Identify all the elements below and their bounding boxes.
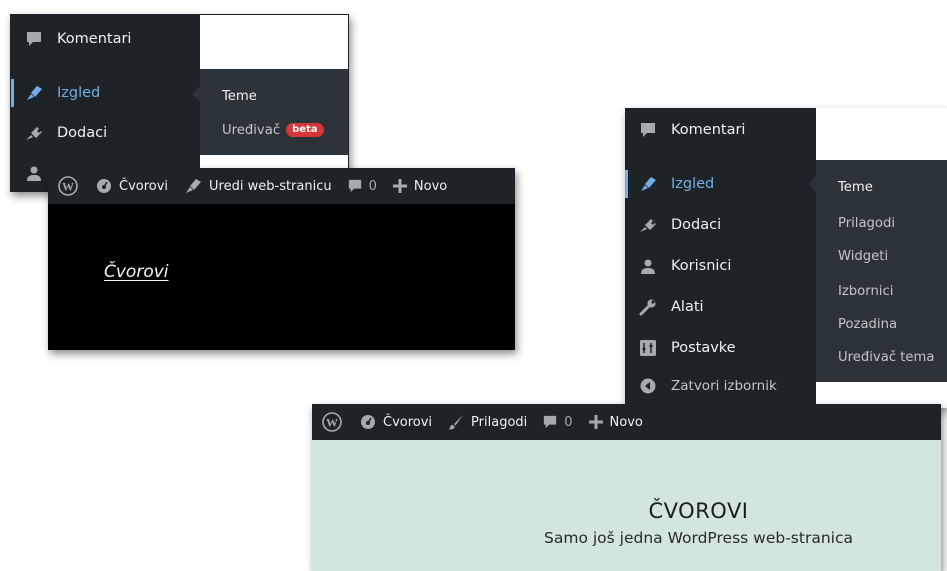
submenu-pointer xyxy=(192,86,200,102)
submenu-item-label: Uređivač tema xyxy=(838,349,935,365)
admin-bar-site-label: Čvorovi xyxy=(383,414,433,430)
menu-item-label: Komentari xyxy=(671,122,746,138)
menu-item-label: Dodaci xyxy=(57,125,108,141)
submenu-item-teme[interactable]: Teme xyxy=(200,81,348,111)
site-title-text: ČVOROVI xyxy=(648,499,749,523)
collapse-icon xyxy=(637,375,659,397)
settings-icon xyxy=(637,337,659,359)
admin-menu: Komentari Izgled Dodaci xyxy=(11,15,200,191)
admin-bar-comments[interactable]: 0 xyxy=(543,414,573,430)
tools-icon xyxy=(637,296,659,318)
plugins-icon xyxy=(637,214,659,236)
svg-text:W: W xyxy=(326,416,338,430)
admin-bar: W Čvorovi Uredi web-stranicu 0 Novo xyxy=(48,168,515,204)
admin-bar: W Čvorovi Prilagodi 0 Novo xyxy=(312,404,941,440)
submenu-item-label: Pozadina xyxy=(838,316,898,332)
submenu-item-pozadina[interactable]: Pozadina xyxy=(816,309,947,339)
admin-bar-new-label: Novo xyxy=(413,178,448,194)
submenu-item-label: Widgeti xyxy=(838,248,889,264)
submenu-item-uredivac-tema[interactable]: Uređivač tema xyxy=(816,342,947,372)
admin-bar-new[interactable]: Novo xyxy=(588,414,643,430)
admin-bar-edit-site-label: Uredi web-stranicu xyxy=(209,178,332,194)
admin-bar-comments[interactable]: 0 xyxy=(348,179,377,194)
admin-bar-site-label: Čvorovi xyxy=(119,178,169,194)
site-title[interactable]: ČVOROVI xyxy=(312,499,941,523)
dashboard-icon xyxy=(96,178,112,194)
menu-item-label: Postavke xyxy=(671,340,736,356)
plus-icon xyxy=(392,179,407,193)
admin-bar-new[interactable]: Novo xyxy=(392,178,448,194)
submenu-item-izbornici[interactable]: Izbornici xyxy=(816,276,947,306)
submenu-item-label: Uređivač xyxy=(222,122,281,138)
site-title-link[interactable]: Čvorovi xyxy=(104,262,169,282)
menu-item-dodaci[interactable]: Dodaci xyxy=(625,205,816,245)
admin-bar-new-label: Novo xyxy=(609,414,643,430)
comment-icon xyxy=(23,28,45,50)
menu-item-komentari[interactable]: Komentari xyxy=(625,110,816,150)
right-site-frontend: W Čvorovi Prilagodi 0 Novo ČVOROVI Samo … xyxy=(312,404,941,571)
submenu-item-teme[interactable]: Teme xyxy=(816,172,947,202)
submenu-item-label: Teme xyxy=(838,179,873,195)
admin-menu: Komentari Izgled Dodaci Korisnici Alati xyxy=(625,108,816,408)
comment-icon xyxy=(348,179,362,193)
menu-item-label: Korisnici xyxy=(671,258,732,274)
comment-count: 0 xyxy=(564,414,573,430)
site-tagline-text: Samo još jedna WordPress web-stranica xyxy=(544,529,853,547)
wordpress-logo-icon[interactable]: W xyxy=(58,176,78,196)
menu-item-label: Zatvori izbornik xyxy=(671,378,777,394)
izgled-submenu: Teme Prilagodi Widgeti Izbornici Pozadin… xyxy=(816,160,947,382)
menu-item-postavke[interactable]: Postavke xyxy=(625,328,816,368)
menu-item-korisnici[interactable]: Korisnici xyxy=(625,246,816,286)
menu-item-label: Izgled xyxy=(57,85,101,101)
menu-item-label: Alati xyxy=(671,299,704,315)
menu-item-komentari[interactable]: Komentari xyxy=(11,19,200,59)
appearance-icon xyxy=(637,173,659,195)
comment-count: 0 xyxy=(368,178,377,194)
submenu-item-prilagodi[interactable]: Prilagodi xyxy=(816,208,947,238)
menu-item-label: Dodaci xyxy=(671,217,722,233)
right-admin-panel: Komentari Izgled Dodaci Korisnici Alati xyxy=(625,108,947,408)
comment-icon xyxy=(637,119,659,141)
submenu-pointer xyxy=(808,176,816,192)
menu-item-label: Izgled xyxy=(671,176,715,192)
plugins-icon xyxy=(23,122,45,144)
submenu-item-label: Prilagodi xyxy=(838,215,896,231)
submenu-item-uredivac[interactable]: Uređivač beta xyxy=(200,115,348,145)
brush-icon xyxy=(448,414,464,430)
wordpress-logo-icon[interactable]: W xyxy=(322,412,342,432)
users-icon xyxy=(637,255,659,277)
menu-item-alati[interactable]: Alati xyxy=(625,287,816,327)
appearance-icon xyxy=(184,178,202,194)
left-admin-panel: Komentari Izgled Dodaci Teme Uređivač be… xyxy=(10,14,349,192)
beta-badge: beta xyxy=(286,123,324,137)
site-tagline: Samo još jedna WordPress web-stranica xyxy=(312,529,941,547)
plus-icon xyxy=(588,415,603,429)
admin-bar-edit-site[interactable]: Uredi web-stranicu xyxy=(184,178,332,194)
submenu-item-widgeti[interactable]: Widgeti xyxy=(816,241,947,271)
admin-bar-customize[interactable]: Prilagodi xyxy=(448,414,527,430)
admin-bar-site[interactable]: Čvorovi xyxy=(360,414,432,430)
izgled-submenu: Teme Uređivač beta xyxy=(200,69,348,155)
users-icon xyxy=(23,162,45,184)
menu-item-zatvori[interactable]: Zatvori izbornik xyxy=(625,366,816,406)
submenu-item-label: Teme xyxy=(222,88,257,104)
admin-bar-site[interactable]: Čvorovi xyxy=(96,178,168,194)
dashboard-icon xyxy=(360,414,376,430)
menu-item-dodaci[interactable]: Dodaci xyxy=(11,113,200,153)
submenu-item-label: Izbornici xyxy=(838,283,894,299)
comment-icon xyxy=(543,415,557,429)
svg-text:W: W xyxy=(62,180,74,194)
appearance-icon xyxy=(23,82,45,104)
menu-item-izgled[interactable]: Izgled xyxy=(11,73,200,113)
menu-item-label: Komentari xyxy=(57,31,132,47)
left-site-frontend: W Čvorovi Uredi web-stranicu 0 Novo Čvor… xyxy=(48,168,515,350)
admin-bar-customize-label: Prilagodi xyxy=(471,414,528,430)
menu-item-izgled[interactable]: Izgled xyxy=(625,164,816,204)
